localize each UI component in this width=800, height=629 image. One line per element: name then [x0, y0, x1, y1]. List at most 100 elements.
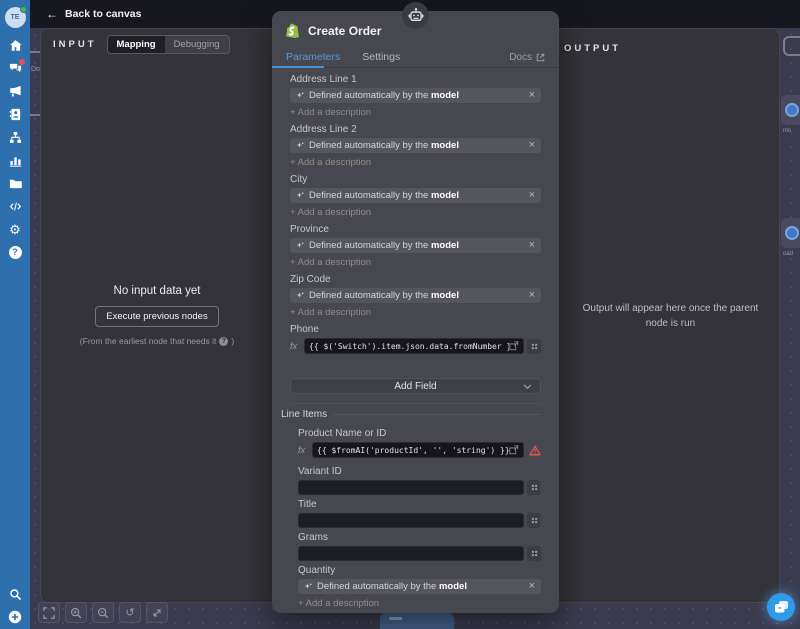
- avatar-initials: TE: [11, 14, 20, 21]
- megaphone-icon[interactable]: [6, 84, 24, 98]
- insights-icon[interactable]: [6, 153, 24, 167]
- open-editor-icon[interactable]: [509, 445, 519, 455]
- clear-icon[interactable]: ×: [529, 290, 535, 301]
- field-label: Address Line 1: [290, 74, 541, 85]
- shopify-icon: [286, 23, 301, 39]
- ai-assistant-button[interactable]: [402, 2, 429, 29]
- field-grams: Grams: [298, 532, 541, 561]
- field-quantity: Quantity Defined automatically by the mo…: [298, 565, 541, 609]
- model-defined-pill[interactable]: Defined automatically by the model ×: [290, 288, 541, 303]
- sparkle-icon: [304, 583, 312, 591]
- line-items-section: Line Items Product Name or ID fx {{ $fro…: [290, 403, 541, 613]
- add-description-link[interactable]: + Add a description: [290, 257, 541, 268]
- expression-toggle-button[interactable]: [527, 480, 541, 495]
- field-label: City: [290, 174, 541, 185]
- expression-fx-icon: fx: [298, 445, 309, 455]
- expression-toggle-button[interactable]: [527, 339, 541, 354]
- add-description-link[interactable]: + Add a description: [298, 598, 541, 609]
- field-variant-id: Variant ID: [298, 466, 541, 495]
- dialog-title: Create Order: [308, 24, 381, 38]
- folder-icon[interactable]: [6, 176, 24, 190]
- warning-icon[interactable]: [529, 445, 541, 456]
- add-field-button[interactable]: Add Field: [290, 378, 541, 394]
- add-description-link[interactable]: + Add a description: [290, 307, 541, 318]
- field-label: Product Name or ID: [298, 428, 541, 439]
- add-field-label: Add Field: [394, 381, 436, 392]
- resize-panel-button[interactable]: [146, 602, 168, 623]
- pill-text: Defined automatically by the model: [309, 90, 459, 101]
- sparkle-icon: [296, 92, 304, 100]
- field-city: City Defined automatically by the model …: [290, 174, 541, 218]
- open-editor-icon[interactable]: [509, 341, 519, 351]
- field-label: Phone: [290, 324, 541, 335]
- model-defined-pill[interactable]: Defined automatically by the model ×: [290, 238, 541, 253]
- field-label: Zip Code: [290, 274, 541, 285]
- node-outline-fragment: [783, 36, 800, 56]
- clear-icon[interactable]: ×: [529, 190, 535, 201]
- sparkle-icon: [296, 292, 304, 300]
- clear-icon[interactable]: ×: [529, 240, 535, 251]
- model-defined-pill[interactable]: Defined automatically by the model ×: [290, 88, 541, 103]
- add-icon[interactable]: [6, 610, 24, 624]
- tab-settings[interactable]: Settings: [362, 51, 400, 63]
- search-icon[interactable]: [6, 587, 24, 601]
- chat-widget-button[interactable]: [767, 593, 795, 621]
- pill-text: Defined automatically by the model: [309, 190, 459, 201]
- tab-parameters[interactable]: Parameters: [286, 51, 340, 63]
- field-label: Variant ID: [298, 466, 541, 477]
- model-defined-pill[interactable]: Defined automatically by the model ×: [290, 188, 541, 203]
- add-description-link[interactable]: + Add a description: [290, 207, 541, 218]
- expression-value: {{ $fromAI('productId', '', 'string') }}: [317, 446, 509, 455]
- add-description-link[interactable]: + Add a description: [290, 107, 541, 118]
- stack-icon: [531, 517, 538, 524]
- field-label: Province: [290, 224, 541, 235]
- zoom-out-button[interactable]: [92, 602, 114, 623]
- home-icon[interactable]: [6, 38, 24, 52]
- phone-expression-input[interactable]: {{ $('Switch').item.json.data.fromNumber…: [304, 338, 524, 354]
- section-title: Line Items: [281, 409, 327, 420]
- workflows-icon[interactable]: [6, 130, 24, 144]
- node-connector-line: [30, 114, 40, 116]
- clear-icon[interactable]: ×: [529, 90, 535, 101]
- grams-input[interactable]: [298, 546, 524, 561]
- node-label-fragment: oad: [783, 251, 793, 257]
- back-to-canvas-link[interactable]: Back to canvas: [65, 8, 141, 20]
- contacts-icon[interactable]: [6, 107, 24, 121]
- model-defined-pill[interactable]: Defined automatically by the model ×: [298, 579, 541, 594]
- robot-icon: [405, 6, 427, 26]
- product-expression-input[interactable]: {{ $fromAI('productId', '', 'string') }}: [312, 442, 524, 458]
- help-circle-icon[interactable]: ?: [219, 337, 228, 346]
- sparkle-icon: [296, 142, 304, 150]
- reset-zoom-button[interactable]: ↺: [119, 602, 141, 623]
- docs-link[interactable]: Docs: [509, 52, 545, 63]
- node-card-fragment: [781, 95, 800, 125]
- expression-toggle-button[interactable]: [527, 546, 541, 561]
- clear-icon[interactable]: ×: [529, 581, 535, 592]
- avatar[interactable]: TE: [5, 7, 26, 28]
- online-status-dot: [20, 6, 27, 13]
- variant-id-input[interactable]: [298, 480, 524, 495]
- pill-text: Defined automatically by the model: [309, 240, 459, 251]
- settings-icon[interactable]: ⚙: [6, 222, 24, 236]
- notification-badge: [19, 59, 25, 65]
- field-label: Grams: [298, 532, 541, 543]
- code-icon[interactable]: [6, 199, 24, 213]
- create-order-dialog: Create Order Parameters Settings Docs Ad…: [272, 11, 559, 613]
- title-input[interactable]: [298, 513, 524, 528]
- zoom-in-button[interactable]: [65, 602, 87, 623]
- add-description-link[interactable]: + Add a description: [290, 157, 541, 168]
- fit-view-button[interactable]: [38, 602, 60, 623]
- test-step-button-partial[interactable]: [380, 613, 454, 629]
- expression-toggle-button[interactable]: [527, 513, 541, 528]
- chat-icon[interactable]: [6, 61, 24, 75]
- execute-previous-nodes-button[interactable]: Execute previous nodes: [95, 306, 218, 327]
- no-input-message: No input data yet: [114, 285, 201, 297]
- field-address-line-1: Address Line 1 Defined automatically by …: [290, 74, 541, 118]
- field-province: Province Defined automatically by the mo…: [290, 224, 541, 268]
- app-sidebar: TE ⚙ ?: [0, 0, 30, 629]
- model-defined-pill[interactable]: Defined automatically by the model ×: [290, 138, 541, 153]
- clear-icon[interactable]: ×: [529, 140, 535, 151]
- help-icon[interactable]: ?: [6, 245, 24, 259]
- pill-text: Defined automatically by the model: [309, 140, 459, 151]
- section-divider: [333, 414, 541, 415]
